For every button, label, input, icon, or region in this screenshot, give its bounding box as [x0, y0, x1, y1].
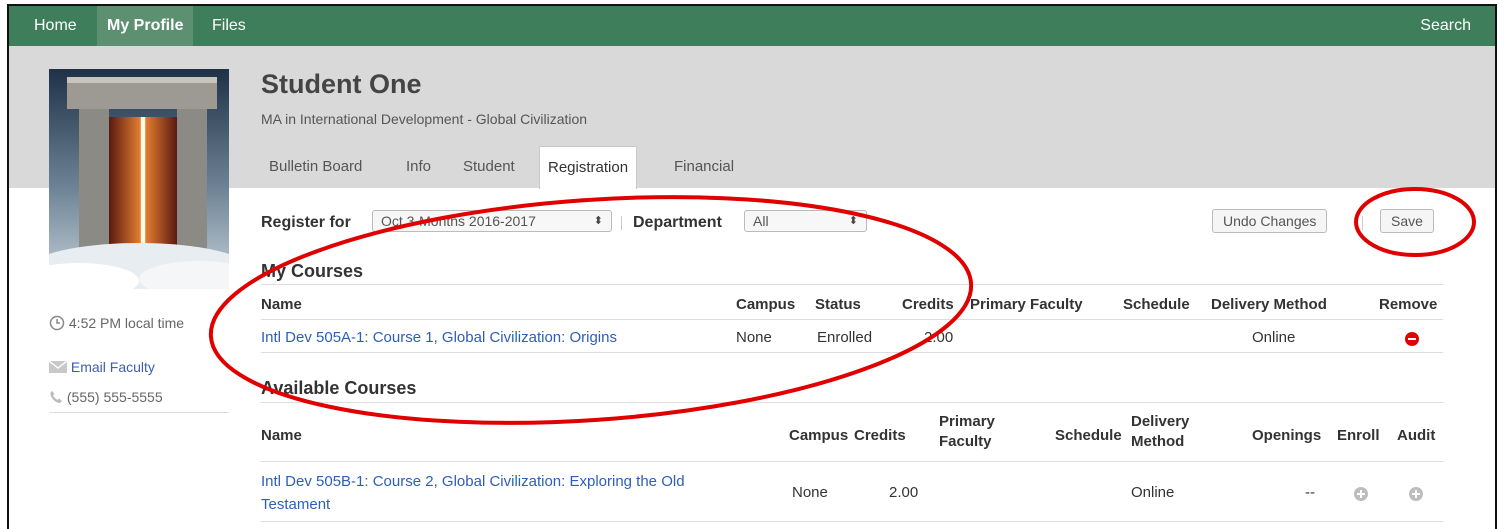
- col-enroll: Enroll: [1337, 427, 1380, 444]
- sidebar-divider: [49, 412, 229, 413]
- col-status: Status: [815, 296, 861, 313]
- nav-my-profile[interactable]: My Profile: [97, 6, 194, 46]
- col-credits: Credits: [854, 427, 906, 444]
- course-link-line2[interactable]: Testament: [261, 496, 330, 513]
- header-divider: [261, 461, 1443, 462]
- buttons-separator: [1362, 216, 1363, 230]
- register-for-value: Oct 3-Months 2016-2017: [381, 213, 536, 229]
- remove-course-icon[interactable]: [1405, 332, 1419, 346]
- avatar: [49, 69, 229, 289]
- course-credits: 2.00: [924, 329, 954, 346]
- col-schedule: Schedule: [1055, 427, 1122, 444]
- header-divider: [261, 319, 1443, 320]
- enroll-plus-icon[interactable]: [1354, 487, 1368, 501]
- my-courses-title: My Courses: [261, 261, 364, 281]
- tab-info[interactable]: Info: [398, 146, 439, 188]
- course-delivery-method: Online: [1252, 329, 1296, 346]
- course-credits: 2.00: [889, 484, 919, 501]
- save-button[interactable]: Save: [1380, 209, 1434, 233]
- phone-number: (555) 555-5555: [66, 389, 163, 405]
- course-link[interactable]: Intl Dev 505A-1: Course 1, Global Civili…: [261, 329, 617, 346]
- tab-financial[interactable]: Financial: [666, 146, 742, 188]
- course-campus: None: [792, 484, 828, 501]
- col-delivery-method-line2: Method: [1131, 433, 1185, 450]
- clock-icon: [49, 315, 65, 331]
- avatar-image: [49, 69, 229, 289]
- department-value: All: [753, 213, 769, 229]
- course-status: Enrolled: [817, 329, 873, 346]
- row-divider: [261, 521, 1443, 522]
- register-for-label: Register for: [261, 214, 351, 231]
- local-time-text: 4:52 PM local time: [68, 315, 185, 331]
- local-time: 4:52 PM local time: [49, 315, 184, 331]
- col-primary-faculty: Primary Faculty: [970, 296, 1083, 313]
- tab-registration[interactable]: Registration: [539, 146, 638, 189]
- phone-icon: [50, 391, 62, 403]
- my-courses-title-divider: [261, 284, 1443, 285]
- col-remove: Remove: [1379, 296, 1438, 313]
- select-caret-icon: ⬍: [593, 215, 603, 227]
- col-openings: Openings: [1252, 427, 1322, 444]
- select-caret-icon: ⬍: [848, 215, 858, 227]
- app-frame: Home My Profile Files Search 4:52 PM loc…: [7, 4, 1497, 529]
- col-delivery-method: Delivery Method: [1211, 296, 1327, 313]
- tab-bulletin-board[interactable]: Bulletin Board: [261, 146, 370, 188]
- phone-row: (555) 555-5555: [49, 389, 163, 405]
- department-label: Department: [633, 214, 722, 231]
- col-schedule: Schedule: [1123, 296, 1190, 313]
- col-name: Name: [261, 296, 302, 313]
- undo-changes-button[interactable]: Undo Changes: [1212, 209, 1328, 233]
- program-name: MA in International Development - Global…: [261, 111, 588, 127]
- tab-student[interactable]: Student: [455, 146, 523, 188]
- controls-separator: [621, 216, 622, 230]
- profile-header-band: [9, 46, 1495, 188]
- nav-files[interactable]: Files: [202, 6, 256, 46]
- col-audit: Audit: [1397, 427, 1436, 444]
- nav-home[interactable]: Home: [24, 6, 87, 46]
- col-delivery-method-line1: Delivery: [1131, 413, 1190, 430]
- col-campus: Campus: [736, 296, 796, 313]
- top-navigation: Home My Profile Files Search: [9, 6, 1495, 46]
- row-divider: [261, 352, 1443, 353]
- course-link-line1[interactable]: Intl Dev 505B-1: Course 2, Global Civili…: [261, 473, 685, 490]
- available-courses-title: Available Courses: [261, 378, 417, 398]
- envelope-icon: [48, 360, 68, 373]
- course-delivery-method: Online: [1131, 484, 1175, 501]
- email-row[interactable]: Email Faculty: [48, 359, 155, 375]
- page-title: Student One: [261, 69, 422, 99]
- course-openings: --: [1305, 484, 1315, 501]
- email-faculty-link[interactable]: Email Faculty: [71, 359, 155, 375]
- col-credits: Credits: [902, 296, 954, 313]
- col-campus: Campus: [789, 427, 849, 444]
- available-title-divider: [261, 402, 1443, 403]
- nav-search[interactable]: Search: [1410, 6, 1481, 46]
- col-primary-faculty-line1: Primary: [939, 413, 995, 430]
- course-campus: None: [736, 329, 772, 346]
- audit-plus-icon[interactable]: [1409, 487, 1423, 501]
- department-select[interactable]: All ⬍: [744, 210, 867, 232]
- col-primary-faculty-line2: Faculty: [939, 433, 992, 450]
- col-name: Name: [261, 427, 302, 444]
- register-for-select[interactable]: Oct 3-Months 2016-2017 ⬍: [372, 210, 612, 232]
